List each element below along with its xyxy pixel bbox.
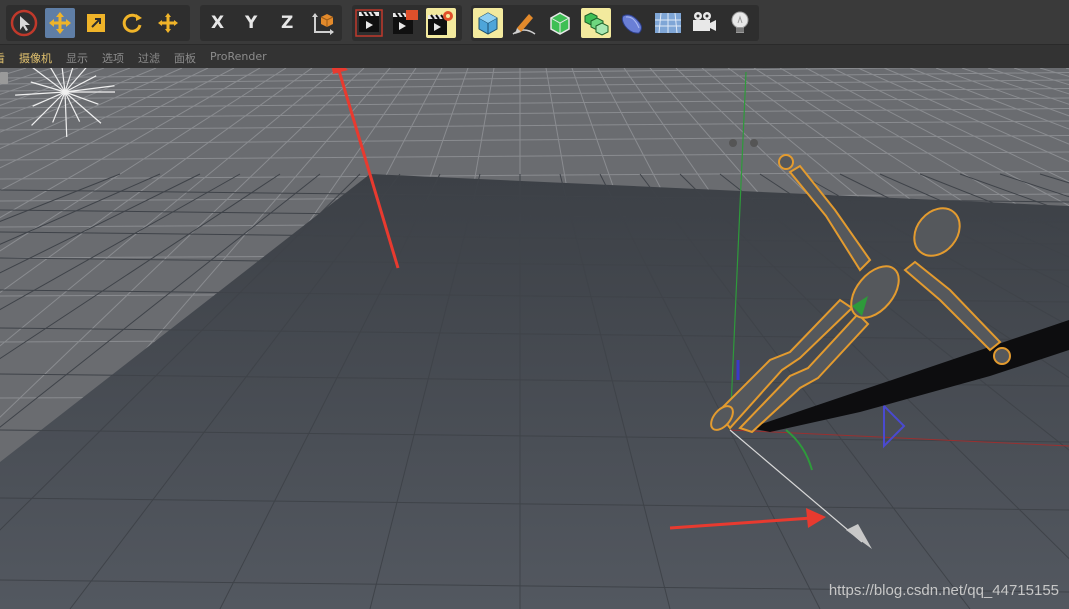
handle-dot[interactable] bbox=[729, 139, 737, 147]
x-axis-label: X bbox=[211, 13, 225, 33]
cube-primitive-button[interactable] bbox=[473, 8, 503, 38]
pen-spline-button[interactable] bbox=[509, 8, 539, 38]
menu-item-panel[interactable]: 面板 bbox=[174, 50, 196, 66]
watermark-text: https://blog.csdn.net/qq_44715155 bbox=[828, 582, 1059, 599]
cube-icon bbox=[478, 12, 498, 35]
rotate-tool-button[interactable] bbox=[117, 8, 147, 38]
scale-tool-button[interactable] bbox=[81, 8, 111, 38]
floor-environment-button[interactable] bbox=[653, 8, 683, 38]
select-tool-button[interactable] bbox=[9, 8, 39, 38]
tool-group-transform bbox=[6, 5, 190, 41]
deformer-button[interactable] bbox=[617, 8, 647, 38]
clapperboard-icon bbox=[393, 10, 418, 34]
subdivision-cube-icon bbox=[550, 12, 570, 35]
tool-group-render bbox=[352, 5, 462, 41]
y-axis-lock-button[interactable]: Y bbox=[236, 8, 266, 38]
viewport-3d[interactable] bbox=[0, 68, 1069, 609]
coordinate-system-button[interactable] bbox=[308, 8, 338, 38]
menu-item-cameras[interactable]: 摄像机 bbox=[19, 50, 52, 66]
rotate-icon bbox=[122, 13, 142, 33]
light-button[interactable] bbox=[725, 8, 755, 38]
render-settings-button[interactable] bbox=[426, 8, 456, 38]
bend-deformer-icon bbox=[621, 14, 642, 34]
x-axis-lock-button[interactable]: X bbox=[202, 8, 232, 38]
y-axis-label: Y bbox=[245, 13, 258, 33]
main-toolbar: X Y Z bbox=[0, 0, 1069, 44]
scale-icon bbox=[87, 14, 105, 32]
tool-group-create bbox=[471, 5, 759, 41]
menu-item-filter[interactable]: 过滤 bbox=[138, 50, 160, 66]
render-to-picture-viewer-button[interactable] bbox=[390, 8, 420, 38]
subdivision-surface-button[interactable] bbox=[545, 8, 575, 38]
handle-dot[interactable] bbox=[750, 139, 758, 147]
array-generator-button[interactable] bbox=[581, 8, 611, 38]
viewport-menu-bar: 看 摄像机 显示 选项 过滤 面板 ProRender bbox=[0, 44, 1069, 69]
recent-tool-button[interactable] bbox=[153, 8, 183, 38]
move-icon bbox=[49, 12, 71, 34]
menu-item-view[interactable]: 看 bbox=[0, 50, 5, 66]
clapperboard-icon bbox=[355, 9, 383, 37]
pen-icon bbox=[512, 14, 536, 35]
move-tool-button[interactable] bbox=[45, 8, 75, 38]
z-axis-label: Z bbox=[281, 13, 294, 33]
viewport-hud-icon bbox=[0, 72, 8, 84]
menu-item-prorender[interactable]: ProRender bbox=[210, 50, 267, 63]
menu-item-display[interactable]: 显示 bbox=[66, 50, 88, 66]
array-icon bbox=[584, 12, 609, 36]
move-icon bbox=[158, 13, 178, 33]
clapperboard-gear-icon bbox=[428, 11, 453, 35]
floor-icon bbox=[655, 12, 681, 34]
menu-item-options[interactable]: 选项 bbox=[102, 50, 124, 66]
z-axis-lock-button[interactable]: Z bbox=[272, 8, 302, 38]
camera-icon bbox=[693, 12, 716, 31]
light-bulb-icon bbox=[731, 11, 749, 33]
cursor-icon bbox=[10, 9, 38, 37]
camera-button[interactable] bbox=[689, 8, 719, 38]
tool-group-axis: X Y Z bbox=[200, 5, 342, 41]
coordinate-system-icon bbox=[312, 13, 334, 35]
render-view-button[interactable] bbox=[354, 8, 384, 38]
